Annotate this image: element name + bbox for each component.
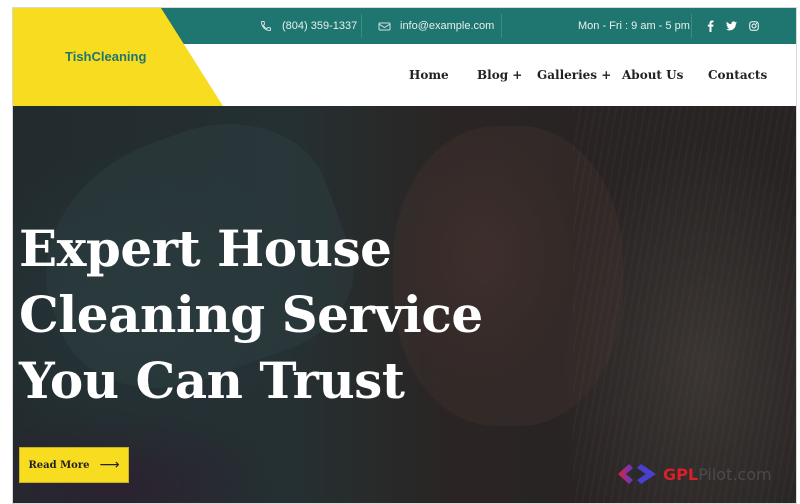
phone-number: (804) 359-1337 (282, 20, 358, 32)
email-address: info@example.com (400, 20, 495, 32)
twitter-icon[interactable] (726, 21, 737, 31)
topbar-divider (691, 14, 692, 38)
nav-item-home[interactable]: Home (409, 68, 449, 82)
hours-text: Mon - Fri : 9 am - 5 pm (578, 20, 690, 32)
headline-line: Expert House (19, 219, 392, 278)
social-links (707, 8, 759, 44)
gplpilot-logo-icon (617, 463, 657, 485)
watermark: GPLPilot.com (617, 463, 772, 485)
facebook-icon[interactable] (707, 20, 714, 32)
hero-headline: Expert House Cleaning Service You Can Tr… (19, 216, 483, 414)
mail-icon (377, 19, 391, 33)
nav-item-galleries[interactable]: Galleries + (537, 68, 611, 82)
phone-contact[interactable]: (804) 359-1337 (259, 8, 357, 44)
instagram-icon[interactable] (749, 21, 759, 31)
hero-section: Expert House Cleaning Service You Can Tr… (13, 106, 796, 503)
hero-background-hair (573, 106, 796, 503)
headline-line: You Can Trust (19, 351, 405, 410)
read-more-button[interactable]: Read More ⟶ (19, 447, 129, 483)
main-menu: Home Blog + Galleries + About Us Contact… (13, 44, 796, 106)
nav-item-about-us[interactable]: About Us (622, 68, 683, 82)
page-frame: TishCleaning (804) 359-1337 info@example… (12, 7, 797, 504)
watermark-text-gpl: GPL (663, 464, 699, 484)
email-contact[interactable]: info@example.com (377, 8, 494, 44)
business-hours: Mon - Fri : 9 am - 5 pm (578, 8, 690, 44)
topbar-divider (501, 14, 502, 38)
read-more-label: Read More (28, 459, 90, 471)
nav-item-contacts[interactable]: Contacts (708, 68, 767, 82)
watermark-text-pilot: Pilot.com (698, 464, 772, 484)
nav-item-blog[interactable]: Blog + (477, 68, 522, 82)
phone-icon (259, 19, 273, 33)
arrow-right-icon: ⟶ (99, 457, 120, 473)
topbar-divider (361, 14, 362, 38)
headline-line: Cleaning Service (19, 285, 483, 344)
